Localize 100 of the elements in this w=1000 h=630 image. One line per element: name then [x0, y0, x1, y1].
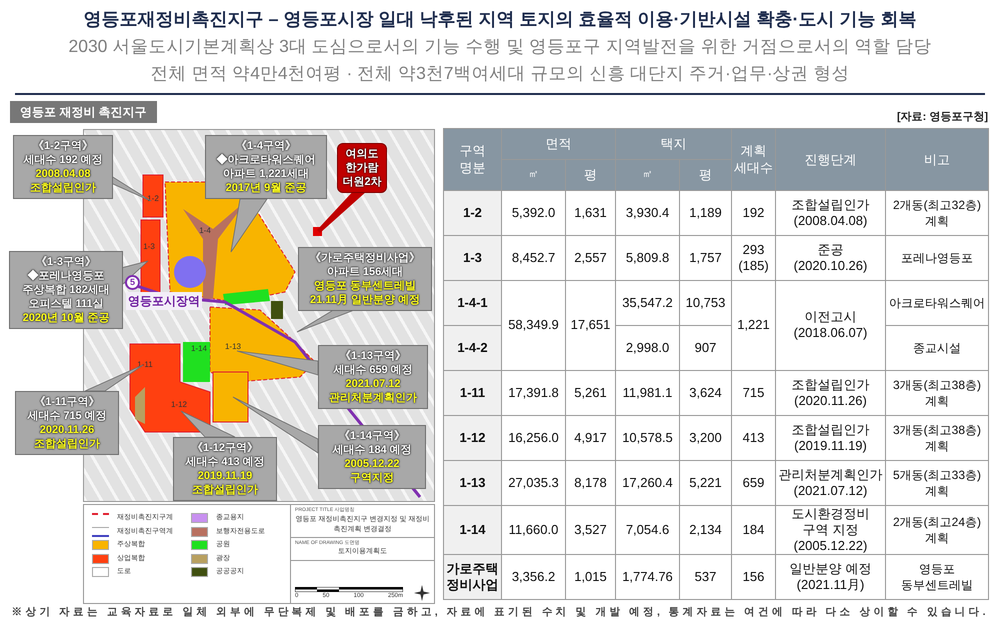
- zone-label: 1-3: [143, 242, 155, 251]
- table-cell: 184: [732, 505, 776, 554]
- table-cell: 58,349.9: [502, 280, 566, 370]
- callout-text: 2020년 10월 준공: [22, 311, 110, 325]
- callout-text: 《1-2구역》: [33, 139, 93, 153]
- callout-text: 2020.11.26: [40, 423, 94, 437]
- column-header: ㎡: [616, 159, 680, 190]
- table-cell: 1,221: [732, 280, 776, 370]
- table-cell: 192: [732, 190, 776, 235]
- table-cell: 5,392.0: [502, 190, 566, 235]
- row-header-cell: 1-4-1: [444, 280, 502, 325]
- table-cell: 3,527: [566, 505, 616, 554]
- footnote: ※상기 자료는 교육자료로 일체 외부에 무단복제 및 배포를 금하고, 자료에 표기된 수치 및 개발 예정, 통계자료는 여건에 따라 다소 상이할 수 있습니다.: [10, 605, 990, 620]
- table-cell: 537: [680, 554, 732, 599]
- compass-icon: [414, 585, 430, 601]
- callout-text: 《1-13구역》: [340, 349, 406, 363]
- table-cell: 조합설립인가 (2020.11.26): [776, 370, 886, 415]
- callout-text: 《1-11구역》: [34, 395, 100, 409]
- callout-text: 2005.12.22: [344, 457, 400, 471]
- callout-text: 2019.11.19: [198, 469, 252, 483]
- callout-text: 조합설립인가: [30, 181, 96, 195]
- station-name: 영등포시장역: [126, 292, 202, 310]
- row-header-cell: 1-13: [444, 460, 502, 505]
- table-cell: 일반분양 예정 (2021.11月): [776, 554, 886, 599]
- table-cell: 35,547.2: [616, 280, 680, 325]
- table-cell: 17,391.8: [502, 370, 566, 415]
- scale-bar-icon: [295, 587, 403, 592]
- row-header-cell: 1-4-2: [444, 325, 502, 370]
- table-cell: 1,757: [680, 235, 732, 280]
- callout-text: 《가로주택정비사업》: [310, 251, 420, 265]
- table-cell: 2,998.0: [616, 325, 680, 370]
- table-cell: 11,660.0: [502, 505, 566, 554]
- table-cell: 293 (185): [732, 235, 776, 280]
- callout-text: 조합설립인가: [34, 437, 100, 451]
- table-cell: 5,261: [566, 370, 616, 415]
- page-subtitle: 2030 서울도시기본계획상 3대 도심으로서의 기능 수행 및 영등포구 지역발전을 위한 거점으로서의 역할 담당: [68, 35, 932, 58]
- callout-text: 관리처분계획인가: [329, 391, 417, 405]
- callout-text: 《1-12구역》: [192, 441, 258, 455]
- table-cell: 1,774.76: [616, 554, 680, 599]
- zone-label: 1-12: [171, 400, 187, 409]
- callout-text: 2021.07.12: [345, 377, 401, 391]
- callout-text: 아파트 156세대: [326, 265, 404, 279]
- zone-label: 1-4: [199, 226, 211, 235]
- callout-text: 오피스텔 111실: [28, 297, 104, 311]
- table-cell: 907: [680, 325, 732, 370]
- callout-text: 더원2차: [342, 175, 382, 189]
- table-cell: 10,753: [680, 280, 732, 325]
- table-cell: 포레나영등포: [886, 235, 988, 280]
- callout-text: 《1-3구역》: [36, 255, 96, 269]
- table-cell: 종교시설: [886, 325, 988, 370]
- table-cell: 조합설립인가 (2019.11.19): [776, 415, 886, 460]
- table-cell: 7,054.6: [616, 505, 680, 554]
- column-header: 평: [566, 159, 616, 190]
- table-cell: 156: [732, 554, 776, 599]
- callout-text: 세대수 413 예정: [185, 455, 265, 469]
- table-cell: 17,651: [566, 280, 616, 370]
- callout-text: 아파트 1,221세대: [223, 167, 309, 181]
- callout-text: 《1-14구역》: [338, 429, 406, 443]
- table-cell: 5,221: [680, 460, 732, 505]
- callout-text: 세대수 659 예정: [333, 363, 413, 377]
- callout-text: 2008.04.08: [35, 167, 91, 181]
- table-cell: 11,981.1: [616, 370, 680, 415]
- table-cell: 8,178: [566, 460, 616, 505]
- row-header-cell: 1-11: [444, 370, 502, 415]
- callout-text: ◆아크로타워스퀘어: [216, 153, 316, 167]
- callout-text: 2017년 9월 준공: [226, 181, 306, 195]
- table-cell: 1,015: [566, 554, 616, 599]
- zone-label: 1-14: [191, 344, 207, 353]
- table-cell: 영등포 동부센트레빌: [886, 554, 988, 599]
- page-title: 영등포재정비촉진지구 – 영등포시장 일대 낙후된 지역 토지의 효율적 이용·기반시설 확충·도시 기능 회복: [83, 8, 916, 31]
- table-cell: 659: [732, 460, 776, 505]
- row-header-cell: 1-12: [444, 415, 502, 460]
- callout-text: 영등포 동부센트레빌: [314, 279, 416, 293]
- callout-text: 구역지정: [350, 471, 394, 485]
- column-header: 계획 세대수: [732, 128, 776, 190]
- table-cell: 413: [732, 415, 776, 460]
- table-cell: 조합설립인가 (2008.04.08): [776, 190, 886, 235]
- callout-text: 세대수 184 예정: [332, 443, 412, 457]
- table-cell: 3,930.4: [616, 190, 680, 235]
- table-cell: 3,624: [680, 370, 732, 415]
- table-cell: 715: [732, 370, 776, 415]
- column-header: 구역 명분: [444, 128, 502, 190]
- source-note: [자료: 영등포구청]: [896, 110, 988, 125]
- table-cell: 8,452.7: [502, 235, 566, 280]
- row-header-cell: 1-3: [444, 235, 502, 280]
- table-cell: 27,035.3: [502, 460, 566, 505]
- callout-text: 21.11月 일반분양 예정: [310, 293, 420, 307]
- column-header: ㎡: [502, 159, 566, 190]
- table-cell: 4,917: [566, 415, 616, 460]
- table-cell: 2개동(최고32층) 계획: [886, 190, 988, 235]
- public-space-area: [271, 301, 283, 319]
- table-cell: 3,200: [680, 415, 732, 460]
- table-cell: 5,809.8: [616, 235, 680, 280]
- park-area: [183, 342, 210, 382]
- table-cell: 1,631: [566, 190, 616, 235]
- table-cell: 2개동(최고24층) 계획: [886, 505, 988, 554]
- callout-text: 세대수 192 예정: [23, 153, 103, 167]
- table-cell: 3,356.2: [502, 554, 566, 599]
- page-subtitle: 전체 면적 약4만4천여평 · 전체 약3천7백여세대 규모의 신흥 대단지 주거·업무·상권 형성: [150, 62, 850, 85]
- table-cell: 3개동(최고38층) 계획: [886, 370, 988, 415]
